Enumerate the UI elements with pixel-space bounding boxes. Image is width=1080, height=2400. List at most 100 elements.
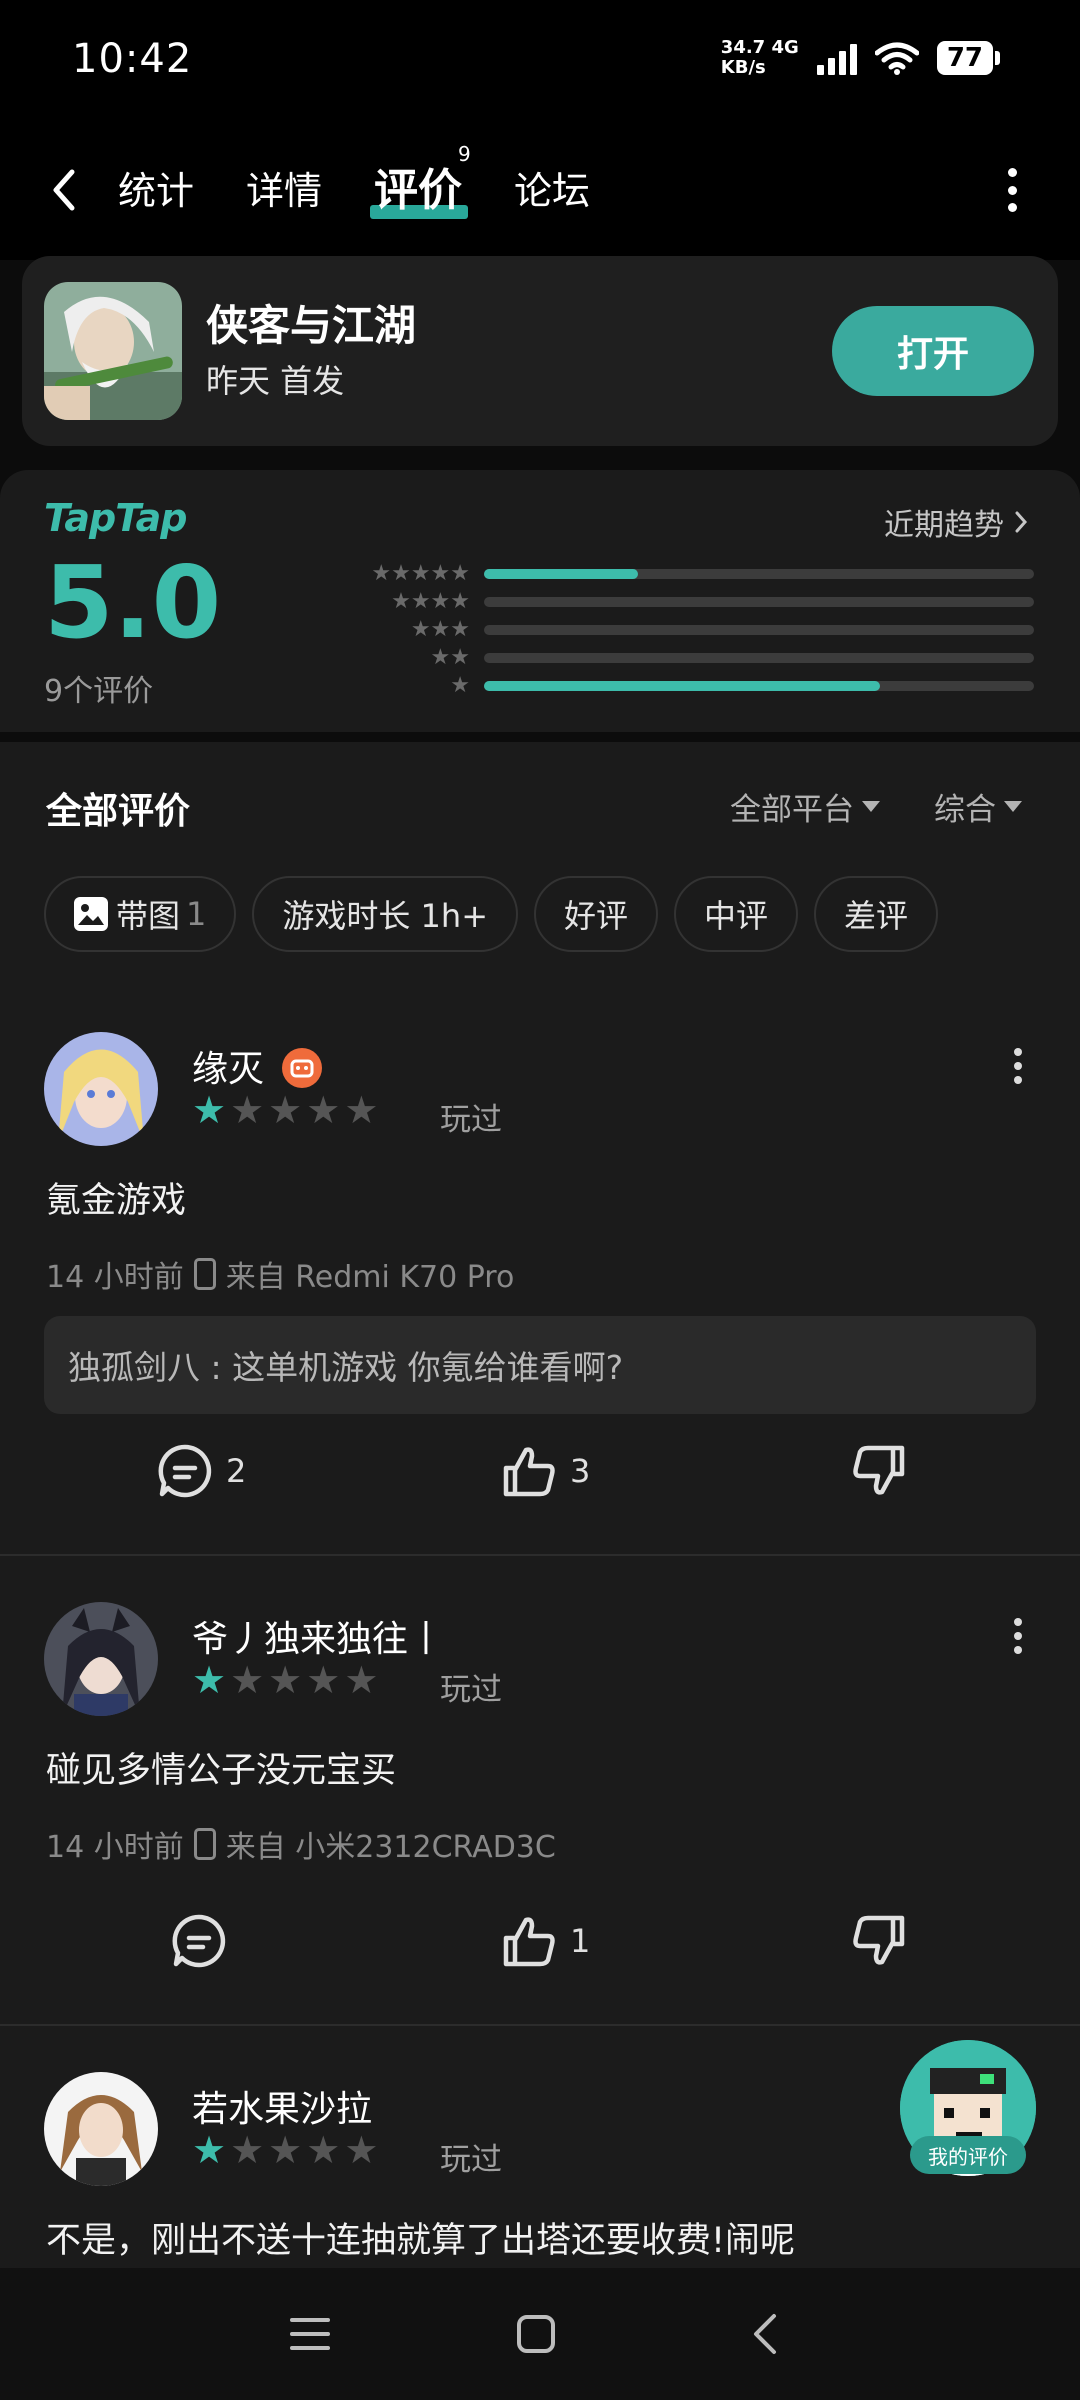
- phone-icon: [193, 1258, 216, 1290]
- tab-reviews[interactable]: 评价: [374, 154, 462, 218]
- game-card[interactable]: 侠客与江湖 昨天 首发 打开: [22, 256, 1058, 446]
- chip-label: 带图: [116, 897, 181, 935]
- filter-chips: 带图 1 游戏时长 1h+ 好评 中评 差评: [44, 876, 939, 952]
- rating-bar-row: ★: [330, 672, 1034, 700]
- star-level-icon: ★: [450, 673, 470, 698]
- thumbs-up-icon: [503, 1917, 555, 1967]
- rating-summary: TapTap 5.0 9个评价 近期趋势 ★★★★★ ★★★★ ★★★ ★★ ★: [0, 470, 1080, 732]
- reviews-section: 全部评价 全部平台 综合 带图 1 游戏时长 1h+ 好评 中评 差评 缘灭 ★…: [0, 742, 1080, 2268]
- game-release: 昨天 首发: [206, 362, 345, 400]
- thumbs-up-icon: [503, 1447, 555, 1497]
- battery-level: 77: [936, 41, 993, 75]
- comment-icon: [158, 1444, 212, 1498]
- rating-bar-track: [484, 625, 1034, 635]
- review-actions: 2 3: [0, 1442, 1080, 1522]
- comment-icon: [172, 1914, 226, 1968]
- star-level-icon: ★★: [430, 645, 470, 670]
- review-meta: 14 小时前 来自 小米2312CRAD3C: [46, 1822, 556, 1866]
- review-device: 来自 Redmi K70 Pro: [225, 1260, 515, 1295]
- review-divider: [0, 2024, 1080, 2026]
- chip-negative[interactable]: 差评: [814, 876, 939, 952]
- reply-preview[interactable]: 独孤剑八 : 这单机游戏 你氪给谁看啊?: [44, 1316, 1036, 1414]
- avatar[interactable]: [44, 2072, 158, 2186]
- comment-button[interactable]: [170, 1912, 240, 1970]
- review-username[interactable]: 若水果沙拉: [192, 2080, 372, 2132]
- rating-bar-track: [484, 569, 1034, 579]
- top-nav: 统计 详情 评价 9 论坛: [0, 120, 1080, 260]
- more-options-icon[interactable]: [1006, 168, 1018, 212]
- all-reviews-title: 全部评价: [46, 791, 191, 832]
- platform-filter-label: 全部平台: [730, 792, 854, 828]
- rating-bar-row: ★★★: [330, 616, 1034, 644]
- thumbs-down-icon: [853, 1915, 905, 1965]
- net-type: 4G: [771, 37, 799, 58]
- review-text: 碰见多情公子没元宝买: [46, 1751, 397, 1791]
- review-divider: [0, 1554, 1080, 1556]
- review-username[interactable]: 缘灭: [192, 1040, 323, 1092]
- comment-button[interactable]: 2: [156, 1442, 246, 1500]
- like-button[interactable]: 1: [500, 1912, 590, 1970]
- chip-neutral[interactable]: 中评: [674, 876, 799, 952]
- review-actions: 1: [0, 1912, 1080, 1992]
- review-device: 来自 小米2312CRAD3C: [225, 1830, 556, 1865]
- chip-count: 1: [186, 895, 207, 933]
- like-count: 1: [570, 1922, 591, 1960]
- developer-badge-icon: [282, 1048, 323, 1088]
- chip-playtime[interactable]: 游戏时长 1h+: [252, 876, 519, 952]
- review-stars: ★ ★ ★ ★ ★: [192, 1658, 379, 1702]
- sort-label: 综合: [934, 792, 996, 828]
- dislike-button[interactable]: [850, 1912, 908, 1970]
- rating-bar-row: ★★★★: [330, 588, 1034, 616]
- section-divider: [0, 732, 1080, 742]
- tab-forum[interactable]: 论坛: [514, 160, 590, 215]
- my-review-label[interactable]: 我的评价: [910, 2136, 1026, 2174]
- review-more-icon[interactable]: [1012, 1048, 1024, 1084]
- review-username[interactable]: 爷丿独来独往丨: [192, 1610, 444, 1662]
- review-meta: 14 小时前 来自 Redmi K70 Pro: [46, 1252, 514, 1296]
- taptap-logo: TapTap: [44, 496, 188, 540]
- review-more-icon[interactable]: [1012, 1618, 1024, 1654]
- signal-icon: [816, 41, 857, 75]
- back-arrow-icon[interactable]: [44, 160, 84, 220]
- open-game-button[interactable]: 打开: [832, 306, 1034, 396]
- tab-details[interactable]: 详情: [246, 160, 322, 215]
- rating-bar-fill: [484, 681, 880, 691]
- dislike-button[interactable]: [850, 1442, 908, 1500]
- avatar[interactable]: [44, 1602, 158, 1716]
- star-level-icon: ★★★: [410, 617, 470, 642]
- image-icon: [74, 897, 108, 931]
- status-bar: 10:42 34.7 4G KB/s 77: [0, 0, 1080, 120]
- played-status: 玩过: [440, 2142, 502, 2178]
- review-time: 14 小时前: [46, 1830, 184, 1865]
- system-nav-bar: [0, 2268, 1080, 2400]
- trend-label: 近期趋势: [884, 508, 1004, 543]
- menu-icon[interactable]: [288, 2312, 332, 2356]
- recent-trend-link[interactable]: 近期趋势: [884, 500, 1028, 544]
- rating-bar-row: ★★: [330, 644, 1034, 672]
- back-icon[interactable]: [744, 2312, 788, 2356]
- thumbs-down-icon: [853, 1445, 905, 1495]
- rating-bar-row: ★★★★★: [330, 560, 1034, 588]
- star-level-icon: ★★★★★: [371, 561, 470, 586]
- review-text: 不是，刚出不送十连抽就算了出塔还要收费!闹呢: [46, 2221, 796, 2261]
- username-text: 缘灭: [192, 1049, 265, 1090]
- rating-count: 9个评价: [44, 674, 154, 709]
- net-speed-value: 34.7: [720, 37, 766, 58]
- chevron-right-icon: [1015, 511, 1028, 533]
- tab-stats[interactable]: 统计: [118, 160, 194, 215]
- platform-filter-dropdown[interactable]: 全部平台: [730, 784, 880, 829]
- phone-icon: [193, 1828, 216, 1860]
- chip-with-image[interactable]: 带图 1: [44, 876, 237, 952]
- review-stars: ★ ★ ★ ★ ★: [192, 2128, 379, 2172]
- sort-dropdown[interactable]: 综合: [934, 784, 1022, 829]
- like-button[interactable]: 3: [500, 1442, 590, 1500]
- caret-down-icon: [862, 801, 880, 812]
- review-time: 14 小时前: [46, 1260, 184, 1295]
- game-title: 侠客与江湖: [206, 301, 417, 350]
- game-icon: [44, 282, 182, 420]
- avatar[interactable]: [44, 1032, 158, 1146]
- chip-positive[interactable]: 好评: [534, 876, 659, 952]
- rating-distribution: ★★★★★ ★★★★ ★★★ ★★ ★: [330, 560, 1034, 700]
- home-icon[interactable]: [514, 2312, 558, 2356]
- network-speed: 34.7 4G KB/s: [721, 38, 799, 78]
